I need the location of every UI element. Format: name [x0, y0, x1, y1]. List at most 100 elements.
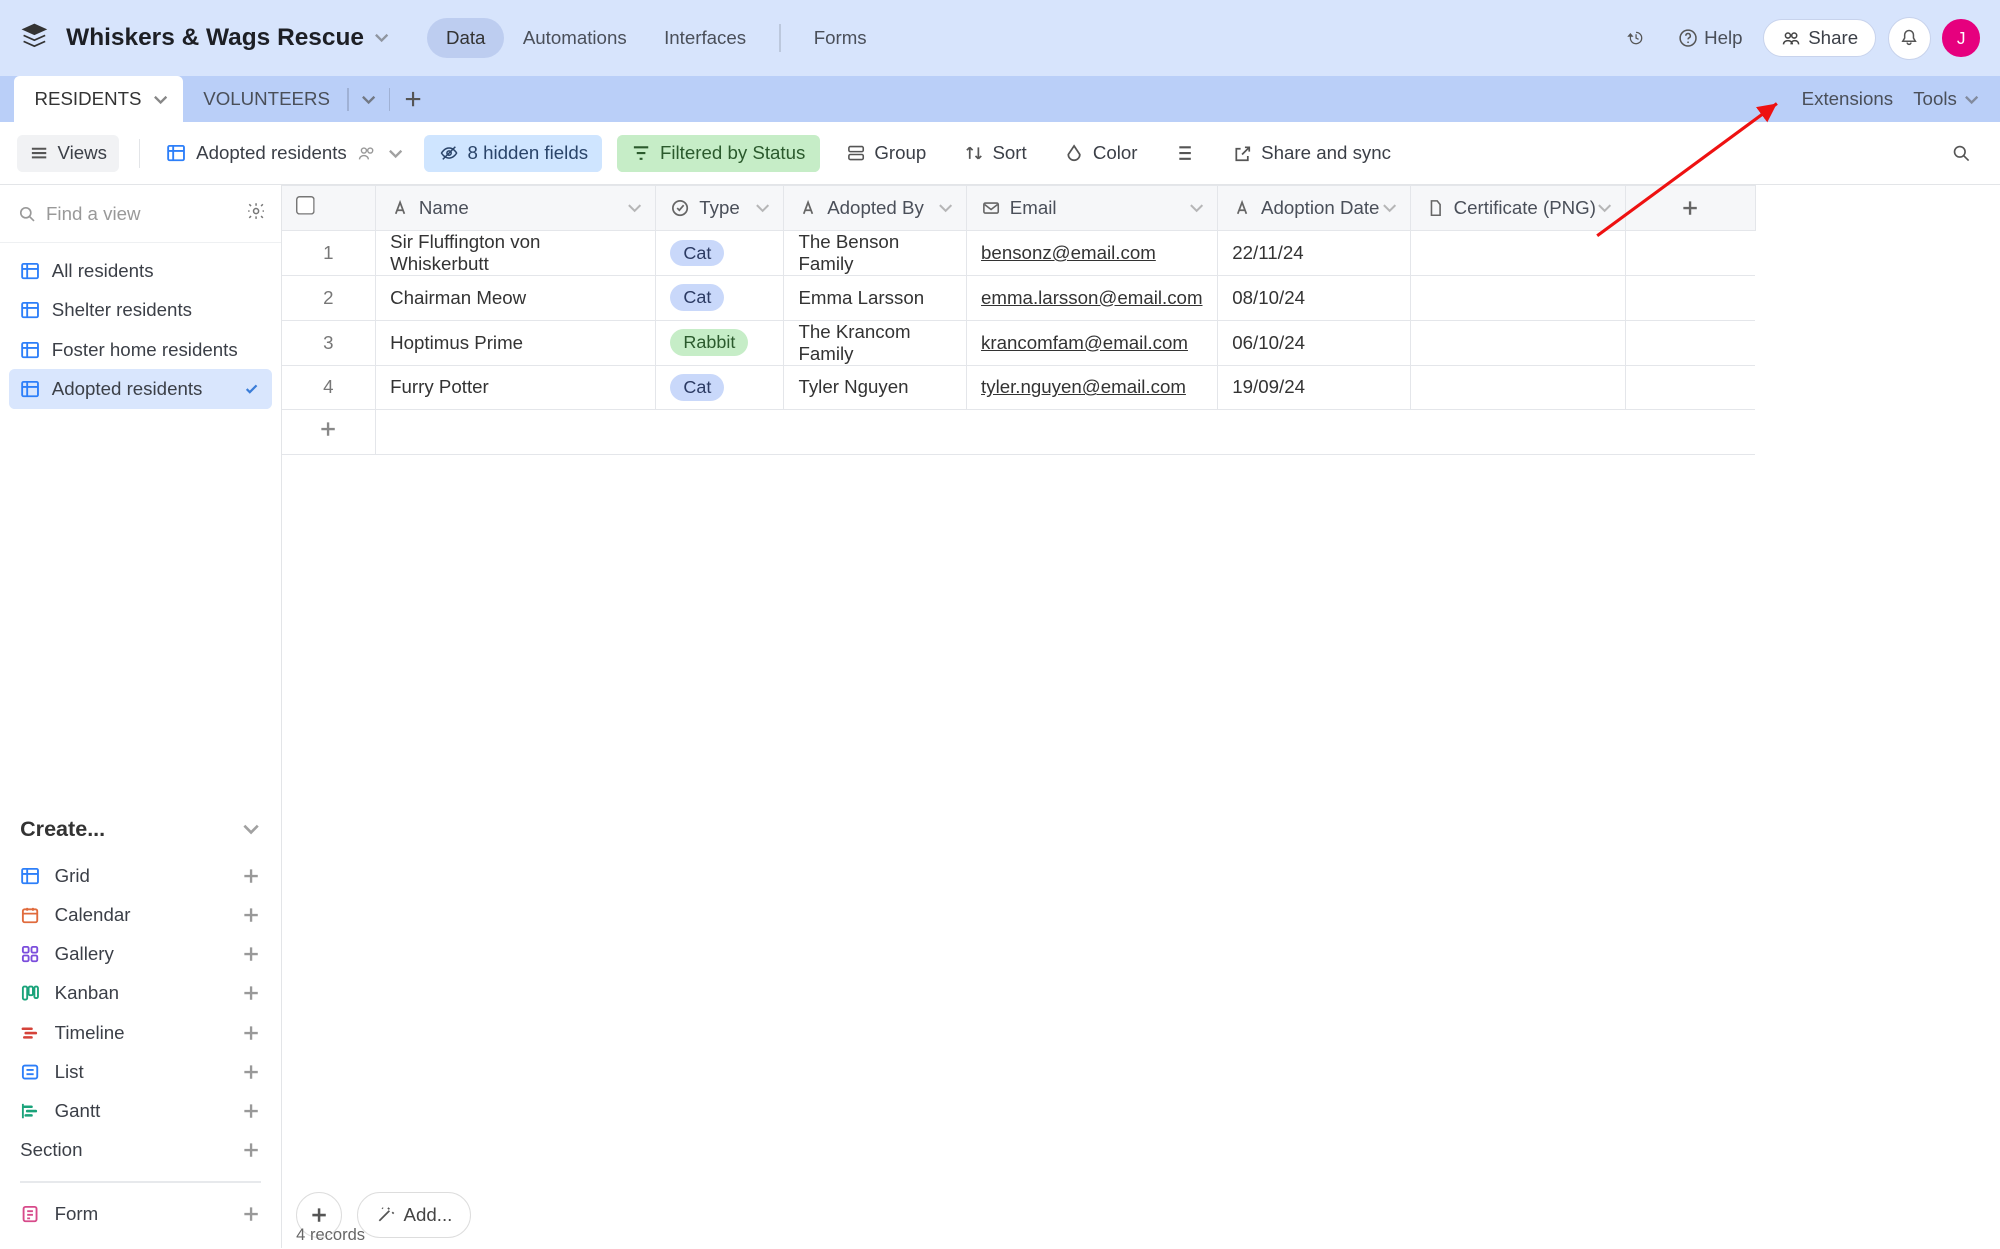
create-gallery[interactable]: Gallery — [20, 934, 261, 973]
select-all-checkbox[interactable] — [296, 196, 315, 215]
nav-data[interactable]: Data — [427, 18, 504, 57]
share-button[interactable]: Share — [1763, 19, 1877, 57]
email-link[interactable]: krancomfam@email.com — [981, 332, 1188, 353]
cell-certificate[interactable] — [1410, 276, 1626, 321]
nav-interfaces[interactable]: Interfaces — [645, 18, 764, 57]
cell-email[interactable]: bensonz@email.com — [966, 231, 1217, 276]
row-height-button[interactable] — [1163, 136, 1206, 171]
table-tab-options[interactable] — [352, 76, 387, 122]
cell-date[interactable]: 08/10/24 — [1217, 276, 1410, 321]
color-button[interactable]: Color — [1053, 135, 1149, 171]
extensions-button[interactable]: Extensions — [1802, 88, 1893, 110]
notifications-button[interactable] — [1888, 17, 1931, 60]
email-link[interactable]: tyler.nguyen@email.com — [981, 376, 1186, 397]
create-gantt[interactable]: Gantt — [20, 1091, 261, 1130]
table-row[interactable]: 2 Chairman Meow Cat Emma Larsson emma.la… — [282, 276, 1755, 321]
email-link[interactable]: emma.larsson@email.com — [981, 287, 1202, 308]
cell-name[interactable]: Sir Fluffington von Whiskerbutt — [375, 231, 655, 276]
cell-name[interactable]: Chairman Meow — [375, 276, 655, 321]
history-button[interactable] — [1615, 17, 1658, 60]
create-list[interactable]: List — [20, 1052, 261, 1091]
cell-email[interactable]: krancomfam@email.com — [966, 320, 1217, 365]
add-record-menu-button[interactable]: Add... — [357, 1192, 471, 1238]
cell-email[interactable]: tyler.nguyen@email.com — [966, 365, 1217, 410]
create-form[interactable]: Form — [20, 1194, 261, 1233]
add-row-button[interactable] — [282, 410, 375, 455]
select-all-header[interactable] — [282, 186, 375, 231]
view-list: All residents Shelter residents Foster h… — [0, 243, 281, 417]
cell-date[interactable]: 06/10/24 — [1217, 320, 1410, 365]
table-row[interactable]: 1 Sir Fluffington von Whiskerbutt Cat Th… — [282, 231, 1755, 276]
share-icon — [1232, 143, 1252, 163]
column-header-certificate[interactable]: Certificate (PNG) — [1410, 186, 1626, 231]
sort-button[interactable]: Sort — [952, 135, 1038, 171]
create-section[interactable]: Section — [20, 1131, 261, 1170]
app-header: Whiskers & Wags Rescue Data Automations … — [0, 0, 2000, 76]
current-view-name[interactable]: Adopted residents — [160, 137, 410, 171]
nav-automations[interactable]: Automations — [504, 18, 645, 57]
help-icon — [1678, 28, 1698, 48]
hidden-fields-label: 8 hidden fields — [468, 142, 589, 164]
help-button[interactable]: Help — [1670, 21, 1752, 55]
create-grid[interactable]: Grid — [20, 856, 261, 895]
group-button[interactable]: Group — [834, 135, 938, 171]
view-item-adopted-residents[interactable]: Adopted residents — [9, 369, 273, 408]
cell-type[interactable]: Cat — [656, 276, 784, 321]
share-sync-button[interactable]: Share and sync — [1221, 135, 1403, 171]
cell-name[interactable]: Furry Potter — [375, 365, 655, 410]
views-toggle[interactable]: Views — [17, 135, 118, 171]
grid-container: Name Type Adopted By — [282, 185, 2000, 1248]
hidden-fields-button[interactable]: 8 hidden fields — [424, 135, 602, 171]
tools-button[interactable]: Tools — [1913, 88, 1980, 110]
create-timeline[interactable]: Timeline — [20, 1013, 261, 1052]
cell-adopted-by[interactable]: The Benson Family — [784, 231, 967, 276]
column-header-name[interactable]: Name — [375, 186, 655, 231]
cell-date[interactable]: 19/09/24 — [1217, 365, 1410, 410]
search-icon — [17, 204, 37, 224]
search-button[interactable] — [1940, 132, 1983, 175]
cell-certificate[interactable] — [1410, 231, 1626, 276]
main-area: Find a view All residents Shelter reside… — [0, 185, 2000, 1248]
cell-name[interactable]: Hoptimus Prime — [375, 320, 655, 365]
column-header-adoption-date[interactable]: Adoption Date — [1217, 186, 1410, 231]
view-item-all-residents[interactable]: All residents — [9, 252, 273, 291]
create-kanban[interactable]: Kanban — [20, 974, 261, 1013]
row-number: 4 — [282, 365, 375, 410]
user-avatar[interactable]: J — [1942, 19, 1979, 56]
column-header-type[interactable]: Type — [656, 186, 784, 231]
create-calendar[interactable]: Calendar — [20, 895, 261, 934]
add-field-button[interactable] — [1626, 186, 1755, 231]
header-left: Whiskers & Wags Rescue Data Automations … — [20, 18, 885, 57]
table-row[interactable]: 4 Furry Potter Cat Tyler Nguyen tyler.ng… — [282, 365, 1755, 410]
cell-certificate[interactable] — [1410, 365, 1626, 410]
table-row[interactable]: 3 Hoptimus Prime Rabbit The Krancom Fami… — [282, 320, 1755, 365]
add-table-button[interactable] — [393, 79, 433, 119]
view-item-shelter-residents[interactable]: Shelter residents — [9, 291, 273, 330]
cell-type[interactable]: Cat — [656, 365, 784, 410]
cell-email[interactable]: emma.larsson@email.com — [966, 276, 1217, 321]
filter-button[interactable]: Filtered by Status — [617, 135, 820, 171]
cell-adopted-by[interactable]: Emma Larsson — [784, 276, 967, 321]
create-separator — [20, 1181, 261, 1182]
cell-certificate[interactable] — [1410, 320, 1626, 365]
cell-date[interactable]: 22/11/24 — [1217, 231, 1410, 276]
cell-adopted-by[interactable]: The Krancom Family — [784, 320, 967, 365]
nav-forms[interactable]: Forms — [795, 18, 885, 57]
create-label: Create... — [20, 816, 105, 842]
add-row-blank[interactable] — [375, 410, 1755, 455]
table-tab-volunteers[interactable]: VOLUNTEERS — [183, 76, 344, 122]
cell-type[interactable]: Cat — [656, 231, 784, 276]
view-settings-button[interactable] — [246, 201, 266, 226]
view-item-label: Adopted residents — [52, 378, 203, 400]
base-name-dropdown[interactable]: Whiskers & Wags Rescue — [66, 24, 390, 52]
type-badge: Cat — [670, 284, 724, 311]
column-header-adopted-by[interactable]: Adopted By — [784, 186, 967, 231]
find-view-input[interactable]: Find a view — [14, 197, 237, 231]
email-link[interactable]: bensonz@email.com — [981, 242, 1156, 263]
table-tab-residents[interactable]: RESIDENTS — [14, 76, 183, 122]
cell-type[interactable]: Rabbit — [656, 320, 784, 365]
column-header-email[interactable]: Email — [966, 186, 1217, 231]
view-item-foster-residents[interactable]: Foster home residents — [9, 330, 273, 369]
cell-adopted-by[interactable]: Tyler Nguyen — [784, 365, 967, 410]
create-view-header[interactable]: Create... — [20, 807, 261, 856]
